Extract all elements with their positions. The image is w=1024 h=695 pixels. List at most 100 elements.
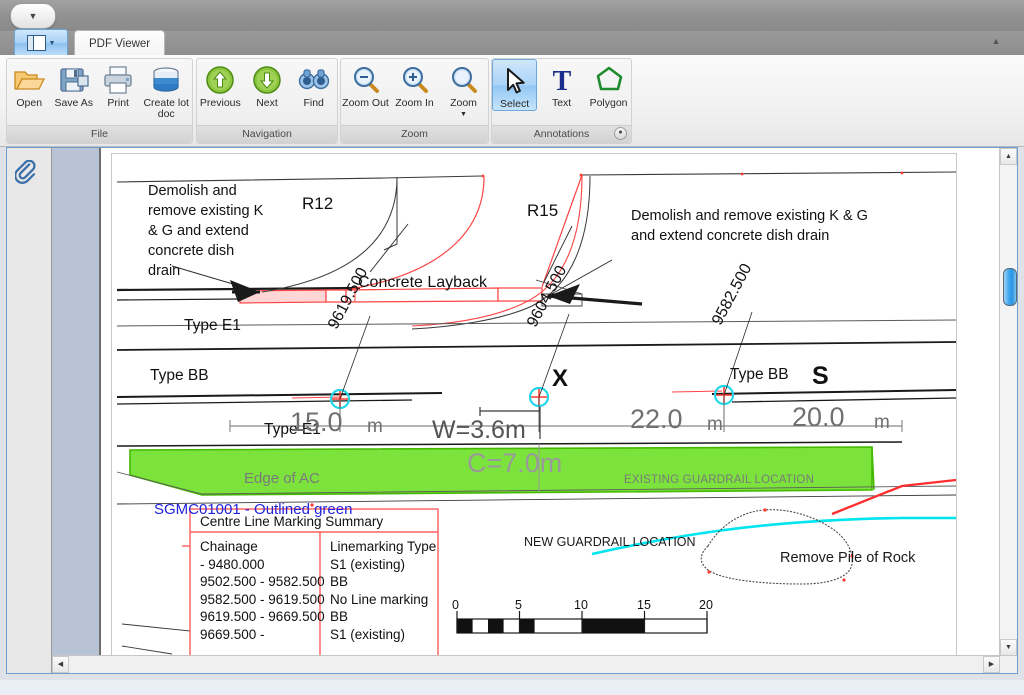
pdf-page: Demolish and remove existing K & G and e… [111, 153, 957, 656]
annotation-type-bb-left: Type BB [150, 367, 209, 384]
group-title-file: File [7, 125, 192, 143]
triangle-up-icon[interactable]: ▲ [1000, 148, 1017, 165]
pdf-viewer-pane: Demolish and remove existing K & G and e… [6, 147, 1018, 674]
annotation-concrete-layback: Concrete Layback [358, 274, 487, 291]
create-lot-doc-button[interactable]: Create lot doc [140, 59, 192, 120]
annotation-type-e1-upper: Type E1 [184, 317, 241, 334]
magnifier-plus-icon [399, 64, 431, 96]
ribbon: Open Save As Print Create lot doc File P… [0, 55, 1024, 147]
annotation-remove-pile: Remove Pile of Rock [780, 550, 916, 566]
create-lot-doc-icon [150, 64, 182, 96]
annotation-dim-3: 20.0 [792, 402, 845, 432]
zoom-in-button[interactable]: Zoom In [390, 59, 439, 109]
zoom-in-label: Zoom In [395, 97, 434, 109]
cursor-arrow-icon [499, 65, 531, 97]
ribbon-group-annotations: Select T Text Polygon Annotations ● [491, 58, 632, 144]
table-header-linemarking: Linemarking Type [330, 539, 437, 554]
binoculars-icon [298, 64, 330, 96]
text-label: Text [551, 97, 572, 109]
annotations-dialog-launcher[interactable]: ● [614, 127, 627, 140]
zoom-out-button[interactable]: Zoom Out [341, 59, 390, 109]
annotation-dim-1: 15.0 [290, 407, 343, 437]
vertical-scrollbar[interactable]: ▲ ▼ [999, 148, 1017, 656]
title-bar [0, 0, 1024, 31]
arrow-up-circle-icon [204, 64, 236, 96]
arrow-down-circle-icon [251, 64, 283, 96]
table-row: 9502.500 - 9582.500 [200, 574, 325, 589]
polygon-icon [593, 64, 625, 96]
table-row: No Line marking [330, 591, 429, 607]
annotation-marker-x: X [552, 365, 569, 392]
select-label: Select [499, 98, 530, 110]
horizontal-scrollbar[interactable]: ◀ ▶ [52, 655, 1000, 673]
layout-panes-icon [26, 35, 46, 51]
table-row: 9669.500 - [200, 626, 265, 642]
magnifier-icon [448, 64, 480, 96]
triangle-down-icon[interactable]: ▼ [1000, 639, 1017, 656]
layout-panes-button[interactable]: ▼ [14, 29, 68, 56]
zoom-out-label: Zoom Out [342, 97, 389, 109]
zoom-label: Zoom [450, 97, 477, 109]
table-header-chainage: Chainage [200, 539, 258, 554]
find-button[interactable]: Find [290, 59, 337, 109]
paperclip-icon[interactable] [14, 159, 43, 195]
table-row: S1 (existing) [330, 626, 406, 642]
scale-tick-15: 15 [637, 598, 651, 612]
table-row: BB [330, 574, 349, 589]
chainage-marker-2 [528, 386, 550, 432]
annotation-type-bb-right: Type BB [730, 366, 789, 383]
open-folder-icon [13, 64, 46, 96]
ribbon-group-navigation: Previous Next Find Navigation [196, 58, 338, 144]
annotation-demolish-left: Demolish and remove existing K & G and e… [148, 183, 264, 279]
annotation-dim-1-unit: m [367, 416, 383, 437]
magnifier-minus-icon [350, 64, 382, 96]
scale-tick-10: 10 [574, 598, 588, 612]
save-as-label: Save As [54, 97, 93, 109]
ribbon-group-zoom: Zoom Out Zoom In Zoom ▼ Zoom [340, 58, 489, 144]
group-title-navigation: Navigation [197, 125, 337, 143]
open-label: Open [16, 97, 43, 109]
chevron-down-icon: ▼ [28, 10, 38, 21]
annotation-existing-guardrail: EXISTING GUARDRAIL LOCATION [624, 474, 815, 486]
table-col-linemarking: Linemarking Type S1 (existing) BB No Lin… [330, 538, 436, 643]
quick-access-toolbar-button[interactable]: ▼ [10, 3, 56, 29]
print-button[interactable]: Print [96, 59, 140, 109]
chevron-down-icon: ▼ [460, 111, 467, 118]
scale-tick-0: 0 [452, 598, 459, 612]
polygon-label: Polygon [589, 97, 628, 109]
group-title-annotations: Annotations [492, 125, 631, 143]
svg-text:T: T [552, 66, 571, 96]
polygon-tool-button[interactable]: Polygon [586, 59, 631, 109]
print-label: Print [107, 97, 129, 109]
annotation-r12: R12 [302, 194, 334, 213]
text-tool-button[interactable]: T Text [539, 59, 584, 109]
previous-button[interactable]: Previous [197, 59, 244, 109]
next-button[interactable]: Next [244, 59, 291, 109]
table-row: - 9480.000 [200, 556, 265, 572]
status-bar [0, 680, 1024, 695]
attachments-sidebar [7, 148, 52, 673]
tab-pdf-viewer[interactable]: PDF Viewer [74, 30, 166, 56]
collapse-ribbon-icon[interactable]: ▲ [990, 36, 1002, 46]
application-window: ▼ ▲ ▼ PDF Viewer Open Save As Print Crea… [0, 0, 1024, 695]
table-row: S1 (existing) [330, 556, 406, 572]
triangle-left-icon[interactable]: ◀ [52, 656, 69, 673]
scale-tick-20: 20 [699, 598, 713, 612]
page-gutter [52, 148, 101, 673]
annotation-new-guardrail: NEW GUARDRAIL LOCATION [524, 535, 696, 549]
open-button[interactable]: Open [7, 59, 51, 109]
table-row: 9582.500 - 9619.500 [200, 591, 325, 607]
document-canvas[interactable]: Demolish and remove existing K & G and e… [101, 148, 1000, 656]
select-tool-button[interactable]: Select [492, 59, 538, 111]
ribbon-group-file: Open Save As Print Create lot doc File [6, 58, 193, 144]
triangle-right-icon[interactable]: ▶ [983, 656, 1000, 673]
annotation-r15: R15 [527, 201, 559, 220]
annotation-edge-of-ac: Edge of AC [244, 470, 320, 487]
zoom-dropdown-button[interactable]: Zoom ▼ [439, 59, 488, 120]
save-as-button[interactable]: Save As [51, 59, 95, 109]
previous-label: Previous [199, 97, 241, 109]
find-label: Find [303, 97, 324, 109]
vertical-scrollbar-thumb[interactable] [1003, 268, 1017, 306]
annotation-carriageway: C=7.0m [467, 448, 563, 478]
table-caption: Centre Line Marking Summary [200, 514, 384, 529]
